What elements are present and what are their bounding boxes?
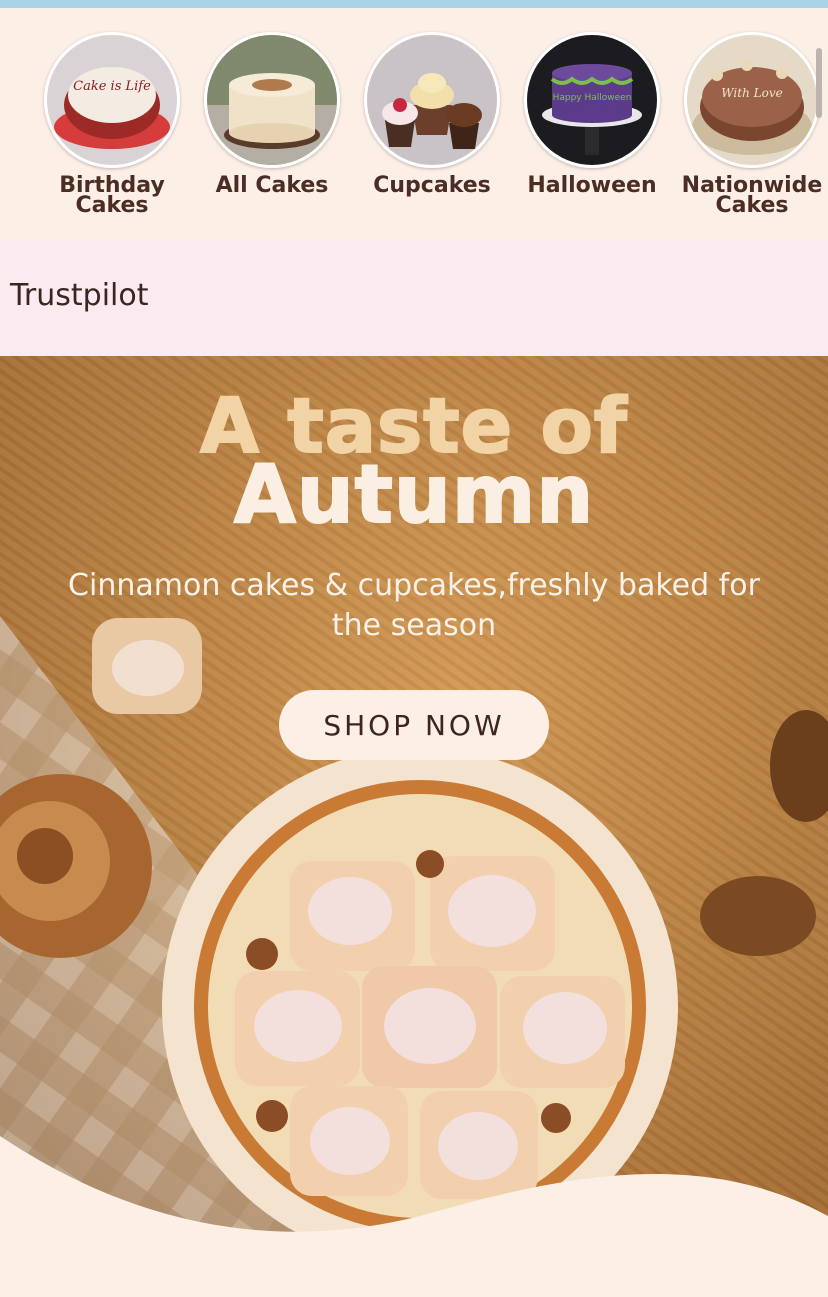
birthday-cake-image[interactable]: Cake is Life [44,32,180,168]
category-nationwide-cakes[interactable]: With Love Nationwide Cakes [672,32,828,218]
chocolate-cake-image[interactable]: With Love [684,32,820,168]
carousel-scrollbar[interactable] [816,48,822,118]
category-halloween[interactable]: Happy Halloween Halloween [512,32,672,198]
hero-banner: A taste of Autumn Cinnamon cakes & cupca… [0,356,828,1297]
birthday-cake-writing: Cake is Life [73,79,151,94]
shop-now-button[interactable]: SHOP NOW [279,690,549,760]
hero-subtitle: Cinnamon cakes & cupcakes,freshly baked … [68,568,760,643]
category-label: Halloween [527,173,657,198]
category-all-cakes[interactable]: All Cakes [192,32,352,198]
cake-image[interactable] [204,32,340,168]
hero-title-line2: Autumn [233,448,595,541]
category-cupcakes[interactable]: Cupcakes [352,32,512,198]
top-accent-bar [0,0,828,8]
hero-title: A taste of Autumn [0,387,828,541]
category-label: All Cakes [215,173,329,198]
category-carousel[interactable]: Cake is Life Birthday Cakes All Cakes Cu… [0,8,828,240]
category-label: Birthday Cakes [59,173,165,218]
nationwide-cake-writing: With Love [721,86,782,100]
trustpilot-label: Trustpilot [10,278,149,313]
category-label: Cupcakes [373,173,491,198]
category-label: Nationwide Cakes [681,173,823,218]
trustpilot-banner[interactable]: Trustpilot [0,240,828,356]
category-birthday-cakes[interactable]: Cake is Life Birthday Cakes [32,32,192,218]
halloween-cake-writing: Happy Halloween [553,93,632,103]
cupcakes-image[interactable] [364,32,500,168]
halloween-cake-image[interactable]: Happy Halloween [524,32,660,168]
